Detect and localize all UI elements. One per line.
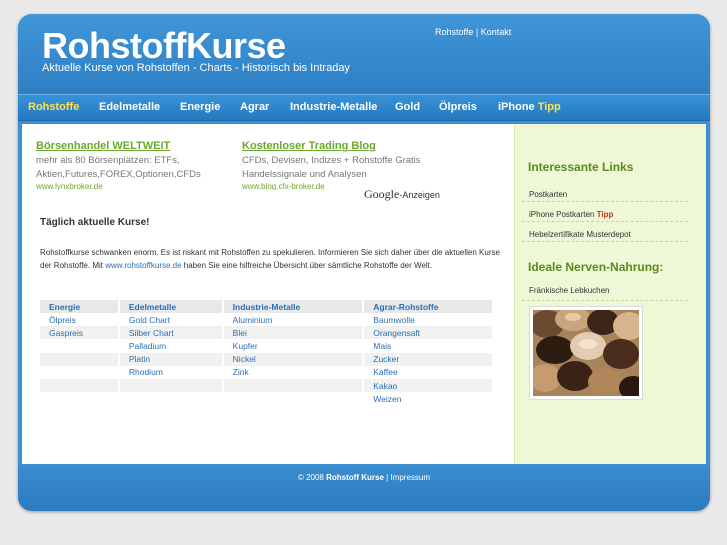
sidebar-links-heading: Interessante Links <box>528 160 634 174</box>
table-cell[interactable]: Rhodium <box>118 365 224 379</box>
table-cell[interactable]: Kaffee <box>363 365 494 379</box>
table-cell[interactable]: Palladium <box>118 339 224 353</box>
sidebar-tipp-label: Tipp <box>596 210 614 219</box>
lebkuchen-photo <box>533 310 639 396</box>
intro-text: Rohstoffkurse schwanken enorm. Es ist ri… <box>40 247 500 272</box>
nav-item-energie[interactable]: Energie <box>180 101 220 113</box>
sidebar: Interessante Links Postkarten iPhone Pos… <box>514 124 706 464</box>
ad-block-1: Börsenhandel WELTWEIT mehr als 80 Börsen… <box>36 140 236 190</box>
ad-body-2: CFDs, Devisen, Indizes + Rohstoffe Grati… <box>242 154 462 182</box>
kurse-table: Energie Edelmetalle Industrie-Metalle Ag… <box>40 300 494 406</box>
toplink-kontakt[interactable]: Kontakt <box>481 27 512 37</box>
table-row: Platin Nickel Zucker <box>40 352 494 366</box>
table-cell <box>40 365 120 379</box>
table-cell[interactable]: Aluminium <box>222 313 365 327</box>
nav-item-rohstoffe[interactable]: Rohstoffe <box>28 101 79 113</box>
site-header: RohstoffKurse Aktuelle Kurse von Rohstof… <box>18 14 710 94</box>
table-cell[interactable]: Kupfer <box>222 339 365 353</box>
top-links: Rohstoffe | Kontakt <box>435 27 511 37</box>
sidebar-food-item[interactable]: Fränkische Lebkuchen <box>522 279 688 301</box>
ad-line: mehr als 80 Börsenplätzen: ETFs, <box>36 155 180 166</box>
table-cell <box>40 392 120 406</box>
table-cell <box>222 378 365 393</box>
table-cell[interactable]: Weizen <box>363 392 494 406</box>
page-frame: RohstoffKurse Aktuelle Kurse von Rohstof… <box>18 14 710 511</box>
footer-site-name: Rohstoff Kurse <box>326 473 384 482</box>
nav-iphone-label: iPhone <box>498 101 535 113</box>
table-cell <box>40 378 120 393</box>
column-header-energie[interactable]: Energie <box>40 300 120 313</box>
table-cell[interactable]: Baumwolle <box>363 313 494 327</box>
nav-item-oelpreis[interactable]: Ölpreis <box>439 101 477 113</box>
table-row: Palladium Kupfer Mais <box>40 339 494 353</box>
nav-item-edelmetalle[interactable]: Edelmetalle <box>99 101 160 113</box>
table-header-row: Energie Edelmetalle Industrie-Metalle Ag… <box>40 300 494 313</box>
table-cell[interactable]: Gaspreis <box>40 326 120 340</box>
toplink-rohstoffe[interactable]: Rohstoffe <box>435 27 473 37</box>
table-cell[interactable]: Nickel <box>222 352 365 366</box>
column-header-agrar-rohstoffe[interactable]: Agrar-Rohstoffe <box>363 300 494 313</box>
google-logo: Google <box>364 187 400 201</box>
sidebar-link-label: Hebelzertifikate Musterdepot <box>529 230 631 239</box>
main-nav: Rohstoffe Edelmetalle Energie Agrar Indu… <box>18 94 710 121</box>
nav-item-agrar[interactable]: Agrar <box>240 101 269 113</box>
google-ads-suffix: -Anzeigen <box>399 190 440 200</box>
ad-line: Handelssignale und Analysen <box>242 169 367 180</box>
column-header-edelmetalle[interactable]: Edelmetalle <box>118 300 224 313</box>
table-row: Gaspreis Silber Chart Blei Orangensaft <box>40 326 494 340</box>
site-logo[interactable]: RohstoffKurse <box>42 25 286 67</box>
site-footer: © 2008 Rohstoff Kurse | Impressum <box>18 466 710 511</box>
ad-block-2: Kostenloser Trading Blog CFDs, Devisen, … <box>242 140 462 190</box>
table-row: Kakao <box>40 378 494 393</box>
site-tagline: Aktuelle Kurse von Rohstoffen - Charts -… <box>42 62 350 74</box>
table-cell <box>40 339 120 353</box>
google-ads-label[interactable]: Google-Anzeigen <box>364 187 440 202</box>
ad-body-1: mehr als 80 Börsenplätzen: ETFs, Aktien,… <box>36 154 236 182</box>
main-content: Börsenhandel WELTWEIT mehr als 80 Börsen… <box>22 124 514 464</box>
table-cell[interactable]: Silber Chart <box>118 326 224 340</box>
table-cell[interactable]: Gold Chart <box>118 313 224 327</box>
page-heading: Täglich aktuelle Kurse! <box>40 217 150 228</box>
nav-item-gold[interactable]: Gold <box>395 101 420 113</box>
table-row: Ölpreis Gold Chart Aluminium Baumwolle <box>40 313 494 327</box>
ad-line: CFDs, Devisen, Indizes + Rohstoffe Grati… <box>242 155 421 166</box>
sidebar-link-hebelzertifikate[interactable]: Hebelzertifikate Musterdepot <box>522 222 688 242</box>
table-cell <box>40 352 120 366</box>
table-cell[interactable]: Platin <box>118 352 224 366</box>
lebkuchen-image <box>533 310 639 396</box>
nav-tipp-label: Tipp <box>537 101 561 113</box>
footer-separator: | <box>386 473 389 482</box>
sidebar-link-label: Postkarten <box>529 190 568 199</box>
table-cell[interactable]: Mais <box>363 339 494 353</box>
footer-text: © 2008 Rohstoff Kurse | Impressum <box>18 473 710 482</box>
table-cell[interactable]: Ölpreis <box>40 313 120 327</box>
intro-text-after: haben Sie eine hilfreiche Übersicht über… <box>181 260 433 270</box>
sidebar-link-label: iPhone Postkarten <box>529 210 595 219</box>
table-cell <box>222 392 365 406</box>
table-cell[interactable]: Blei <box>222 326 365 340</box>
ad-title-1[interactable]: Börsenhandel WELTWEIT <box>36 140 236 152</box>
sidebar-link-iphone-postkarten[interactable]: iPhone Postkarten Tipp <box>522 202 688 222</box>
table-cell[interactable]: Zucker <box>363 352 494 366</box>
column-header-industrie-metalle[interactable]: Industrie-Metalle <box>222 300 365 313</box>
table-cell[interactable]: Zink <box>222 365 365 379</box>
table-row: Weizen <box>40 392 494 406</box>
footer-copyright: © 2008 <box>297 473 324 482</box>
nav-item-iphone[interactable]: iPhone Tipp <box>498 101 561 113</box>
ad-url-1[interactable]: www.lynxbroker.de <box>36 182 236 190</box>
table-cell <box>118 392 224 406</box>
footer-impressum-link[interactable]: Impressum <box>390 473 430 482</box>
table-cell[interactable]: Orangensaft <box>363 326 494 340</box>
ad-title-2[interactable]: Kostenloser Trading Blog <box>242 140 462 152</box>
table-cell <box>118 378 224 393</box>
ad-line: Aktien,Futures,FOREX,Optionen,CFDs <box>36 169 201 180</box>
table-cell[interactable]: Kakao <box>363 378 494 393</box>
sidebar-link-postkarten[interactable]: Postkarten <box>522 182 688 202</box>
lebkuchen-photo-frame[interactable] <box>529 306 643 400</box>
intro-site-link[interactable]: www.rohstoffkurse.de <box>105 261 181 270</box>
nav-item-industrie-metalle[interactable]: Industrie-Metalle <box>290 101 377 113</box>
table-row: Rhodium Zink Kaffee <box>40 365 494 379</box>
sidebar-food-heading: Ideale Nerven-Nahrung: <box>528 260 664 274</box>
